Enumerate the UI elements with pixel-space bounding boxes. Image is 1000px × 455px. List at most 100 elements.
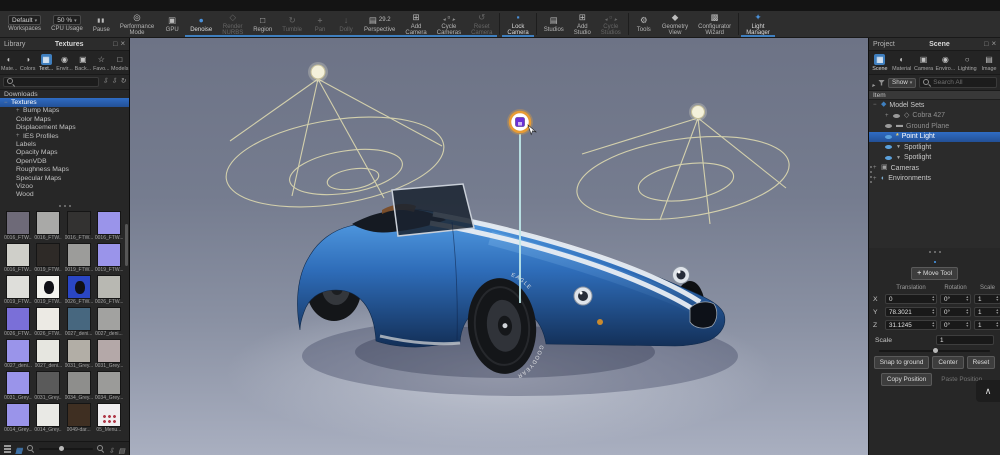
project-tab[interactable]: Image bbox=[978, 52, 1000, 73]
library-folder[interactable]: Opacity Maps bbox=[0, 149, 129, 157]
stepper-icon[interactable] bbox=[995, 309, 999, 315]
texture-thumbnail[interactable]: 0019_FTW... bbox=[33, 243, 63, 274]
zoom-out-icon[interactable] bbox=[27, 445, 35, 453]
texture-thumbnail[interactable]: 0016_FTW... bbox=[64, 211, 94, 242]
panel-splitter[interactable] bbox=[0, 202, 129, 210]
texture-thumbnail[interactable]: 05_Menu... bbox=[94, 403, 124, 434]
panel-splitter[interactable] bbox=[869, 248, 1000, 256]
texture-thumbnail[interactable]: 0049-dar... bbox=[64, 403, 94, 434]
texture-thumbnail[interactable]: 0016_FTW... bbox=[94, 211, 124, 242]
expander-icon[interactable]: + bbox=[873, 176, 878, 182]
texture-swatch[interactable] bbox=[36, 243, 60, 267]
snap-to-ground-button[interactable]: Snap to ground bbox=[874, 356, 930, 369]
slider-knob[interactable] bbox=[59, 446, 64, 451]
toolbar-button-light-manager[interactable]: Light Manager bbox=[741, 11, 775, 37]
visibility-eye-icon[interactable] bbox=[885, 143, 893, 151]
copy-position-button[interactable]: Copy Position bbox=[881, 373, 932, 386]
texture-swatch[interactable] bbox=[67, 211, 91, 235]
library-folder[interactable]: Roughness Maps bbox=[0, 166, 129, 174]
stepper-icon[interactable] bbox=[931, 322, 935, 328]
toolbar-button-render-nurbs[interactable]: Render NURBS bbox=[217, 11, 248, 37]
toolbar-button-add-camera[interactable]: Add Camera bbox=[400, 11, 431, 37]
library-folder[interactable]: Specular Maps bbox=[0, 174, 129, 182]
slider-knob[interactable] bbox=[933, 348, 938, 353]
scene-tree-item[interactable]: Ground Plane bbox=[869, 121, 1000, 132]
expander-icon[interactable]: + bbox=[16, 133, 21, 139]
rotation-z-input[interactable]: 0° bbox=[940, 320, 971, 330]
texture-thumbnail[interactable]: 0034_Grey... bbox=[94, 371, 124, 402]
texture-thumbnail[interactable]: 0034_Grey... bbox=[64, 371, 94, 402]
project-tab[interactable]: Enviro... bbox=[934, 52, 956, 73]
toolbar-button-cpu-usage[interactable]: 50 % CPU Usage bbox=[46, 11, 88, 37]
subtab[interactable] bbox=[946, 258, 948, 263]
texture-thumbnail[interactable]: 0027_deni... bbox=[33, 339, 63, 370]
subtab[interactable] bbox=[934, 258, 936, 263]
texture-swatch[interactable] bbox=[67, 339, 91, 363]
stepper-icon[interactable] bbox=[995, 296, 999, 302]
move-tool-button[interactable]: Move Tool bbox=[911, 267, 958, 280]
toolbar-button-lock-camera[interactable]: Lock Camera bbox=[502, 11, 533, 37]
library-search-input[interactable] bbox=[3, 77, 99, 87]
texture-swatch[interactable] bbox=[67, 371, 91, 395]
expander-icon[interactable]: + bbox=[873, 165, 878, 171]
scene-tree-item[interactable]: − Model Sets bbox=[869, 100, 1000, 111]
texture-swatch[interactable] bbox=[36, 339, 60, 363]
texture-thumbnail[interactable]: 0016_FTW... bbox=[3, 211, 33, 242]
library-folder[interactable]: + IES Profiles bbox=[0, 132, 129, 140]
expander-icon[interactable]: − bbox=[873, 102, 878, 108]
texture-thumbnail[interactable]: 0016_FTW... bbox=[3, 243, 33, 274]
visibility-eye-icon[interactable] bbox=[885, 133, 893, 141]
toolbar-button-add-studio[interactable]: Add Studio bbox=[569, 11, 596, 37]
global-scale-input[interactable]: 1 bbox=[936, 335, 994, 345]
stepper-icon[interactable] bbox=[931, 296, 935, 302]
undock-icon[interactable] bbox=[113, 41, 117, 48]
texture-thumbnail[interactable]: 0027_deni... bbox=[94, 307, 124, 338]
toolbar-button-region[interactable]: Region bbox=[248, 11, 277, 37]
texture-thumbnail[interactable]: 0019_FTW... bbox=[94, 243, 124, 274]
library-folder[interactable]: + Bump Maps bbox=[0, 107, 129, 115]
texture-thumbnail[interactable]: 0014_Grey... bbox=[3, 403, 33, 434]
stepper-icon[interactable] bbox=[965, 309, 969, 315]
project-tab[interactable]: Material bbox=[891, 52, 913, 73]
expander-icon[interactable]: + bbox=[885, 113, 890, 119]
scene-tree-item[interactable]: Point Light bbox=[869, 132, 1000, 143]
texture-thumbnail[interactable]: 0027_deni... bbox=[64, 307, 94, 338]
scene-tree-item[interactable]: + Environments bbox=[869, 174, 1000, 185]
close-icon[interactable] bbox=[991, 40, 996, 48]
subtab[interactable] bbox=[922, 258, 924, 263]
library-tab[interactable]: Mate... bbox=[0, 52, 18, 73]
texture-thumbnail[interactable]: 0027_deni... bbox=[3, 339, 33, 370]
grid-view-icon[interactable] bbox=[15, 440, 23, 455]
texture-swatch[interactable] bbox=[36, 307, 60, 331]
library-tab[interactable]: Models bbox=[111, 52, 129, 73]
texture-thumbnail[interactable]: 0026_FTW... bbox=[94, 275, 124, 306]
texture-thumbnail[interactable]: 0026_FTW... bbox=[3, 307, 33, 338]
texture-thumbnail[interactable]: 0031_Grey... bbox=[3, 371, 33, 402]
rotation-x-input[interactable]: 0° bbox=[940, 294, 971, 304]
toolbar-button-cycle-studios[interactable]: Cycle Studios bbox=[596, 11, 626, 37]
toolbar-button-perspective[interactable]: 29.2 Perspective bbox=[359, 11, 400, 37]
collapse-panel-button[interactable] bbox=[976, 380, 1000, 402]
texture-thumbnail[interactable]: 0016_FTW... bbox=[33, 211, 63, 242]
show-dropdown[interactable]: Show bbox=[888, 78, 916, 88]
scene-tree-item[interactable]: + Cobra 427 bbox=[869, 111, 1000, 122]
library-tab[interactable]: Text... bbox=[37, 52, 55, 73]
texture-swatch[interactable] bbox=[97, 307, 121, 331]
thumbnail-size-slider[interactable] bbox=[39, 448, 93, 450]
stepper-icon[interactable] bbox=[995, 322, 999, 328]
library-tab[interactable]: Back... bbox=[74, 52, 92, 73]
library-folder[interactable]: Wood bbox=[0, 191, 129, 199]
refresh-icon[interactable] bbox=[120, 78, 126, 86]
import-icon[interactable] bbox=[102, 78, 108, 86]
texture-swatch[interactable] bbox=[67, 243, 91, 267]
translation-y-input[interactable]: 78.3021 bbox=[885, 307, 937, 317]
texture-swatch[interactable] bbox=[6, 211, 30, 235]
center-button[interactable]: Center bbox=[932, 356, 963, 369]
library-folder[interactable]: Labels bbox=[0, 140, 129, 148]
undock-icon[interactable] bbox=[984, 41, 988, 48]
library-folder[interactable]: Color Maps bbox=[0, 115, 129, 123]
library-tab[interactable]: Favo... bbox=[92, 52, 110, 73]
texture-swatch[interactable] bbox=[67, 275, 91, 299]
texture-thumbnail[interactable]: 0019_FTW... bbox=[3, 275, 33, 306]
texture-thumbnail[interactable]: 0026_FTW... bbox=[64, 275, 94, 306]
